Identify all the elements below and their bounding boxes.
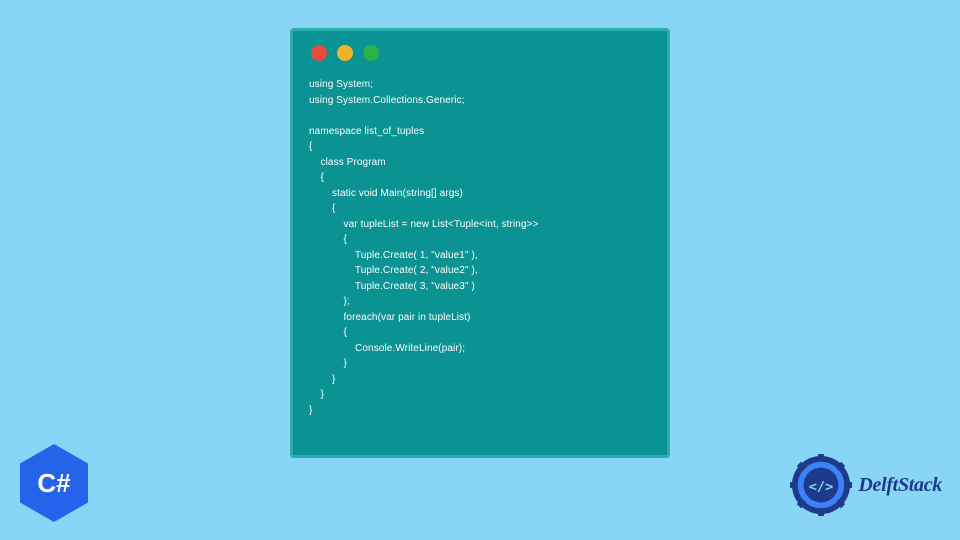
code-window: using System; using System.Collections.G… [290, 28, 670, 458]
code-line: using System.Collections.Generic; [309, 95, 465, 106]
code-line: } [309, 389, 324, 400]
close-icon[interactable] [311, 45, 327, 61]
code-line: using System; [309, 79, 373, 90]
code-line: { [309, 327, 347, 338]
code-line: { [309, 234, 347, 245]
hexagon-icon: C# [20, 444, 88, 522]
csharp-label: C# [37, 468, 70, 499]
code-line: { [309, 172, 324, 183]
code-line: Tuple.Create( 3, "value3" ) [309, 281, 475, 292]
svg-text:</>: </> [809, 479, 833, 495]
code-content: using System; using System.Collections.G… [309, 77, 651, 418]
code-line: Tuple.Create( 2, "value2" ), [309, 265, 478, 276]
code-line: Tuple.Create( 1, "value1" ), [309, 250, 478, 261]
csharp-badge: C# [20, 444, 88, 522]
code-line: var tupleList = new List<Tuple<int, stri… [309, 219, 539, 230]
code-line: { [309, 203, 335, 214]
code-line: } [309, 358, 347, 369]
code-line: } [309, 374, 335, 385]
maximize-icon[interactable] [363, 45, 379, 61]
minimize-icon[interactable] [337, 45, 353, 61]
code-line: } [309, 405, 312, 416]
code-line: { [309, 141, 312, 152]
brand-name: DelftStack [858, 474, 942, 497]
code-line: Console.WriteLine(pair); [309, 343, 465, 354]
window-controls [309, 45, 651, 61]
code-line: class Program [309, 157, 386, 168]
code-line: foreach(var pair in tupleList) [309, 312, 471, 323]
gear-icon: </> [790, 454, 852, 516]
code-line: static void Main(string[] args) [309, 188, 463, 199]
code-line: namespace list_of_tuples [309, 126, 424, 137]
brand-logo: </> DelftStack [790, 454, 942, 516]
code-line: }; [309, 296, 350, 307]
